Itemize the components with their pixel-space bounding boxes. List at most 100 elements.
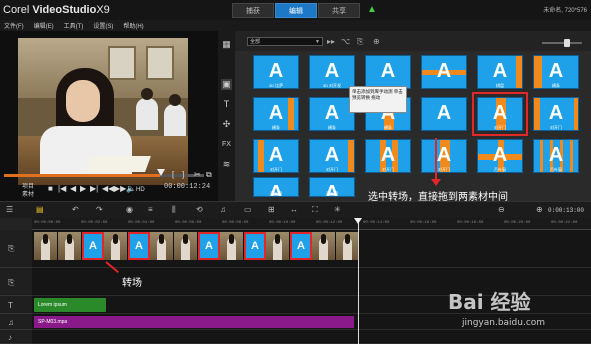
end-icon[interactable]: ▶| — [90, 185, 98, 193]
video-clip[interactable] — [174, 232, 198, 260]
record-icon[interactable]: ◉ — [126, 205, 133, 215]
multi-camera-icon[interactable]: ▭ — [244, 205, 252, 215]
graphics-icon[interactable]: ✣ — [221, 119, 232, 130]
video-clip[interactable] — [58, 232, 82, 260]
transition-thumbnail[interactable]: A 百叶窗 — [533, 139, 579, 173]
sound-mixer-icon[interactable]: ≡ — [148, 205, 153, 215]
tab-edit[interactable]: 编辑 — [275, 3, 317, 18]
tab-share[interactable]: 共享 — [318, 3, 360, 18]
tab-capture[interactable]: 捕获 — [232, 3, 274, 18]
transition-clip[interactable]: A — [128, 232, 150, 260]
clip-mode-label[interactable]: 素材 — [22, 189, 34, 198]
menu-tools[interactable]: 工具(T) — [64, 21, 84, 30]
transition-clip[interactable]: A — [198, 232, 220, 260]
video-clip[interactable] — [150, 232, 174, 260]
transition-thumbnail[interactable]: A 横条 — [253, 97, 299, 131]
timeline-ruler[interactable]: 00:00:00:00 00:00:02:00 00:00:04:00 00:00:0… — [32, 218, 591, 230]
motion-icon[interactable]: ≋ — [221, 159, 232, 170]
title-icon[interactable]: T — [221, 99, 232, 110]
storyboard-icon[interactable]: ▤ — [36, 205, 44, 215]
play-icon[interactable]: ▶ — [80, 185, 86, 193]
transition-thumbnail[interactable]: A 对开门 — [365, 139, 411, 173]
apply-random-icon[interactable]: ⎘ — [357, 37, 363, 46]
title-clip[interactable]: Lorem ipsum — [34, 298, 106, 312]
voice-track-icon[interactable]: ♫ — [8, 318, 14, 327]
transition-thumbnail[interactable]: A — [365, 55, 411, 89]
video-clip[interactable] — [34, 232, 58, 260]
fast-forward-icon[interactable]: ▶▶ — [114, 185, 126, 193]
motion-track-icon[interactable]: ⟲ — [196, 205, 203, 215]
mark-in-icon[interactable]: [ — [172, 171, 174, 179]
transition-thumbnail[interactable]: A 对开门 — [472, 92, 528, 136]
transition-clip[interactable]: A — [290, 232, 312, 260]
zoom-in-icon[interactable]: ⊕ — [536, 205, 543, 215]
music-track-icon[interactable]: ♪ — [8, 333, 12, 342]
transition-thumbnail[interactable]: A 3D 对开发 — [309, 55, 355, 89]
fit-project-icon[interactable]: ↔ — [290, 205, 298, 215]
transition-thumbnail[interactable]: A — [421, 55, 467, 89]
playhead-line[interactable] — [358, 218, 359, 344]
menu-settings[interactable]: 设置(S) — [93, 21, 113, 30]
stop-icon[interactable]: ■ — [48, 185, 53, 193]
transition-thumbnail[interactable]: A 百叶窗 — [309, 177, 355, 197]
mask-icon[interactable]: ✳ — [334, 205, 341, 215]
overlay-track-head: ⎘ — [0, 268, 32, 296]
hd-toggle[interactable]: HD — [136, 186, 145, 194]
category-dropdown[interactable]: 全部 ▼ — [247, 37, 323, 46]
menu-file[interactable]: 文件(F) — [4, 21, 24, 30]
thumbnail-zoom-slider[interactable] — [542, 42, 582, 44]
mark-out-icon[interactable]: ] — [182, 171, 184, 179]
transition-thumbnail[interactable]: A 对开门 — [253, 139, 299, 173]
overlay-track-icon[interactable]: ⎘ — [8, 278, 14, 287]
transition-thumbnail[interactable]: A 对开门 — [309, 139, 355, 173]
transition-thumbnail[interactable]: A 百叶窗 — [477, 139, 523, 173]
video-clip[interactable] — [336, 232, 360, 260]
transition-thumbnail[interactable]: A 百叶窗 — [253, 177, 299, 197]
zoom-out-icon[interactable]: ⊖ — [498, 205, 505, 215]
playhead-marker[interactable] — [354, 218, 362, 224]
fullscreen-icon[interactable]: ⛶ — [312, 205, 318, 215]
subtitle-icon[interactable]: ♫ — [220, 205, 226, 215]
transition-thumbnail[interactable]: A 3D 比萨 — [253, 55, 299, 89]
redo-icon[interactable]: ↷ — [96, 205, 103, 215]
menu-icon[interactable]: ☰ — [6, 205, 13, 215]
home-icon[interactable]: |◀ — [58, 185, 66, 193]
transition-clip[interactable]: A — [244, 232, 266, 260]
menu-help[interactable]: 帮助(H) — [123, 21, 143, 30]
title-track-icon[interactable]: T — [8, 301, 13, 310]
video-track-icon[interactable]: ⎘ — [8, 244, 14, 253]
split-screen-icon[interactable]: ⊞ — [268, 205, 275, 215]
video-clip[interactable] — [312, 232, 336, 260]
volume-icon[interactable]: 🔈 — [126, 185, 136, 193]
video-clip[interactable] — [266, 232, 290, 260]
favorite-icon[interactable]: ▸▸ — [327, 37, 335, 46]
video-clip[interactable] — [104, 232, 128, 260]
thumbnail-zoom-knob[interactable] — [564, 39, 570, 47]
transition-clip[interactable]: A — [82, 232, 104, 260]
transition-thumbnail[interactable]: A 对开门 — [421, 139, 467, 173]
media-icon[interactable]: ▦ — [221, 39, 232, 50]
split-clip-icon[interactable]: ✂ — [194, 171, 201, 179]
apply-transition-icon[interactable]: ⌥ — [341, 37, 350, 46]
transition-thumbnail[interactable]: A 棋盘 — [477, 55, 523, 89]
transition-thumbnail[interactable]: A — [421, 97, 467, 131]
filter-icon[interactable]: FX — [221, 139, 232, 150]
undo-icon[interactable]: ↶ — [72, 205, 79, 215]
scrub-handle[interactable] — [157, 169, 165, 176]
rewind-icon[interactable]: ◀◀ — [102, 185, 114, 193]
video-track[interactable]: AAAAA — [32, 230, 591, 268]
video-clip[interactable] — [220, 232, 244, 260]
thumbnail-caption: 横条 — [328, 125, 336, 130]
upload-arrow-icon[interactable]: ▲ — [366, 4, 378, 16]
prev-frame-icon[interactable]: ◀ — [70, 185, 76, 193]
timecode[interactable]: 00:00:12:24 — [164, 183, 210, 191]
transition-thumbnail[interactable]: A 横条 — [533, 55, 579, 89]
menu-edit[interactable]: 编辑(E) — [34, 21, 54, 30]
transition-preview-glyph: A — [324, 60, 340, 82]
auto-music-icon[interactable]: ⫼ — [172, 205, 176, 215]
transition-icon[interactable]: ▣ — [221, 79, 232, 90]
transition-thumbnail[interactable]: A 对开门 — [533, 97, 579, 131]
music-clip[interactable]: SP-M03.mpa — [34, 316, 354, 328]
add-to-favorites-icon[interactable]: ⊕ — [373, 37, 380, 46]
enlarge-icon[interactable]: ⧉ — [206, 171, 212, 179]
